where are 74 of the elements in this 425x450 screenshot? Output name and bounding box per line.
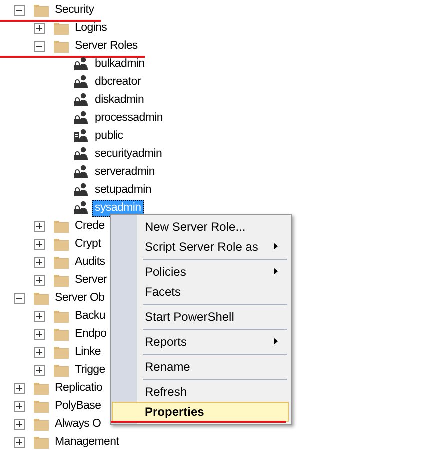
expand-icon[interactable] <box>34 256 45 268</box>
user-lock-icon <box>74 201 88 215</box>
tree-item[interactable]: dbcreator <box>92 74 144 90</box>
expand-icon[interactable] <box>34 346 45 358</box>
tree-item[interactable]: Crede <box>72 218 108 234</box>
tree-item[interactable]: Server Roles <box>72 38 141 54</box>
menu-item[interactable]: Refresh <box>112 382 289 402</box>
folder-icon <box>54 346 69 358</box>
menu-item[interactable]: Facets <box>112 282 289 302</box>
tree-item[interactable]: Logins <box>72 20 110 36</box>
folder-icon <box>34 4 49 16</box>
tree-item[interactable]: Trigge <box>72 362 108 378</box>
tree-item[interactable]: serveradmin <box>92 164 158 180</box>
tree-item[interactable]: securityadmin <box>92 146 166 162</box>
folder-icon <box>54 364 69 376</box>
expand-icon[interactable] <box>34 220 45 232</box>
user-lock-icon <box>74 111 88 125</box>
tree-item[interactable]: processadmin <box>92 110 166 126</box>
expand-icon[interactable] <box>34 274 45 286</box>
expand-icon[interactable] <box>14 418 25 430</box>
expand-icon[interactable] <box>14 400 25 412</box>
tree-item[interactable]: public <box>92 128 126 144</box>
tree-item[interactable]: Linke <box>72 344 104 360</box>
collapse-icon[interactable] <box>34 40 45 52</box>
menu-item[interactable]: New Server Role... <box>112 217 289 237</box>
folder-icon <box>54 220 69 232</box>
folder-icon <box>34 400 49 412</box>
user-lock-icon <box>74 75 88 89</box>
user-lock-icon <box>74 147 88 161</box>
tree-item[interactable]: Server Ob <box>52 290 108 306</box>
folder-icon <box>34 418 49 430</box>
expand-icon[interactable] <box>34 238 45 250</box>
tree-item[interactable]: Audits <box>72 254 108 270</box>
tree-item[interactable]: Backu <box>72 308 108 324</box>
collapse-icon[interactable] <box>14 292 25 304</box>
user-lock-icon <box>74 165 88 179</box>
expand-icon[interactable] <box>34 310 45 322</box>
tree-item[interactable]: bulkadmin <box>92 56 148 72</box>
folder-icon <box>34 292 49 304</box>
menu-item[interactable]: Script Server Role as <box>112 237 289 257</box>
tree-item[interactable]: setupadmin <box>92 182 154 198</box>
folder-icon <box>54 238 69 250</box>
menu-item[interactable]: Policies <box>112 262 289 282</box>
tree-item[interactable]: Server <box>72 272 110 288</box>
folder-icon <box>54 310 69 322</box>
folder-icon <box>54 328 69 340</box>
menu-item[interactable]: Rename <box>112 357 289 377</box>
collapse-icon[interactable] <box>14 4 25 16</box>
expand-icon[interactable] <box>34 364 45 376</box>
tree-item[interactable]: Always O <box>52 416 104 432</box>
user-lock-icon <box>74 57 88 71</box>
expand-icon[interactable] <box>34 22 45 34</box>
user-lock-icon <box>74 183 88 197</box>
tree-item[interactable]: diskadmin <box>92 92 148 108</box>
folder-icon <box>54 256 69 268</box>
tree-item[interactable]: Security <box>52 2 98 18</box>
folder-icon <box>54 274 69 286</box>
expand-icon[interactable] <box>14 436 25 448</box>
folder-icon <box>54 40 69 52</box>
menu-item[interactable]: Start PowerShell <box>112 307 289 327</box>
expand-icon[interactable] <box>14 382 25 394</box>
tree-item[interactable]: Replicatio <box>52 380 106 396</box>
server-user-icon <box>74 129 88 143</box>
folder-icon <box>34 436 49 448</box>
folder-icon <box>34 382 49 394</box>
tree-item[interactable]: Crypt <box>72 236 104 252</box>
expand-icon[interactable] <box>34 328 45 340</box>
tree-item[interactable]: Management <box>52 434 122 450</box>
user-lock-icon <box>74 93 88 107</box>
menu-item[interactable]: Properties <box>112 402 289 422</box>
tree-item[interactable]: Endpo <box>72 326 110 342</box>
folder-icon <box>54 22 69 34</box>
menu-item[interactable]: Reports <box>112 332 289 352</box>
tree-item[interactable]: PolyBase <box>52 398 104 414</box>
